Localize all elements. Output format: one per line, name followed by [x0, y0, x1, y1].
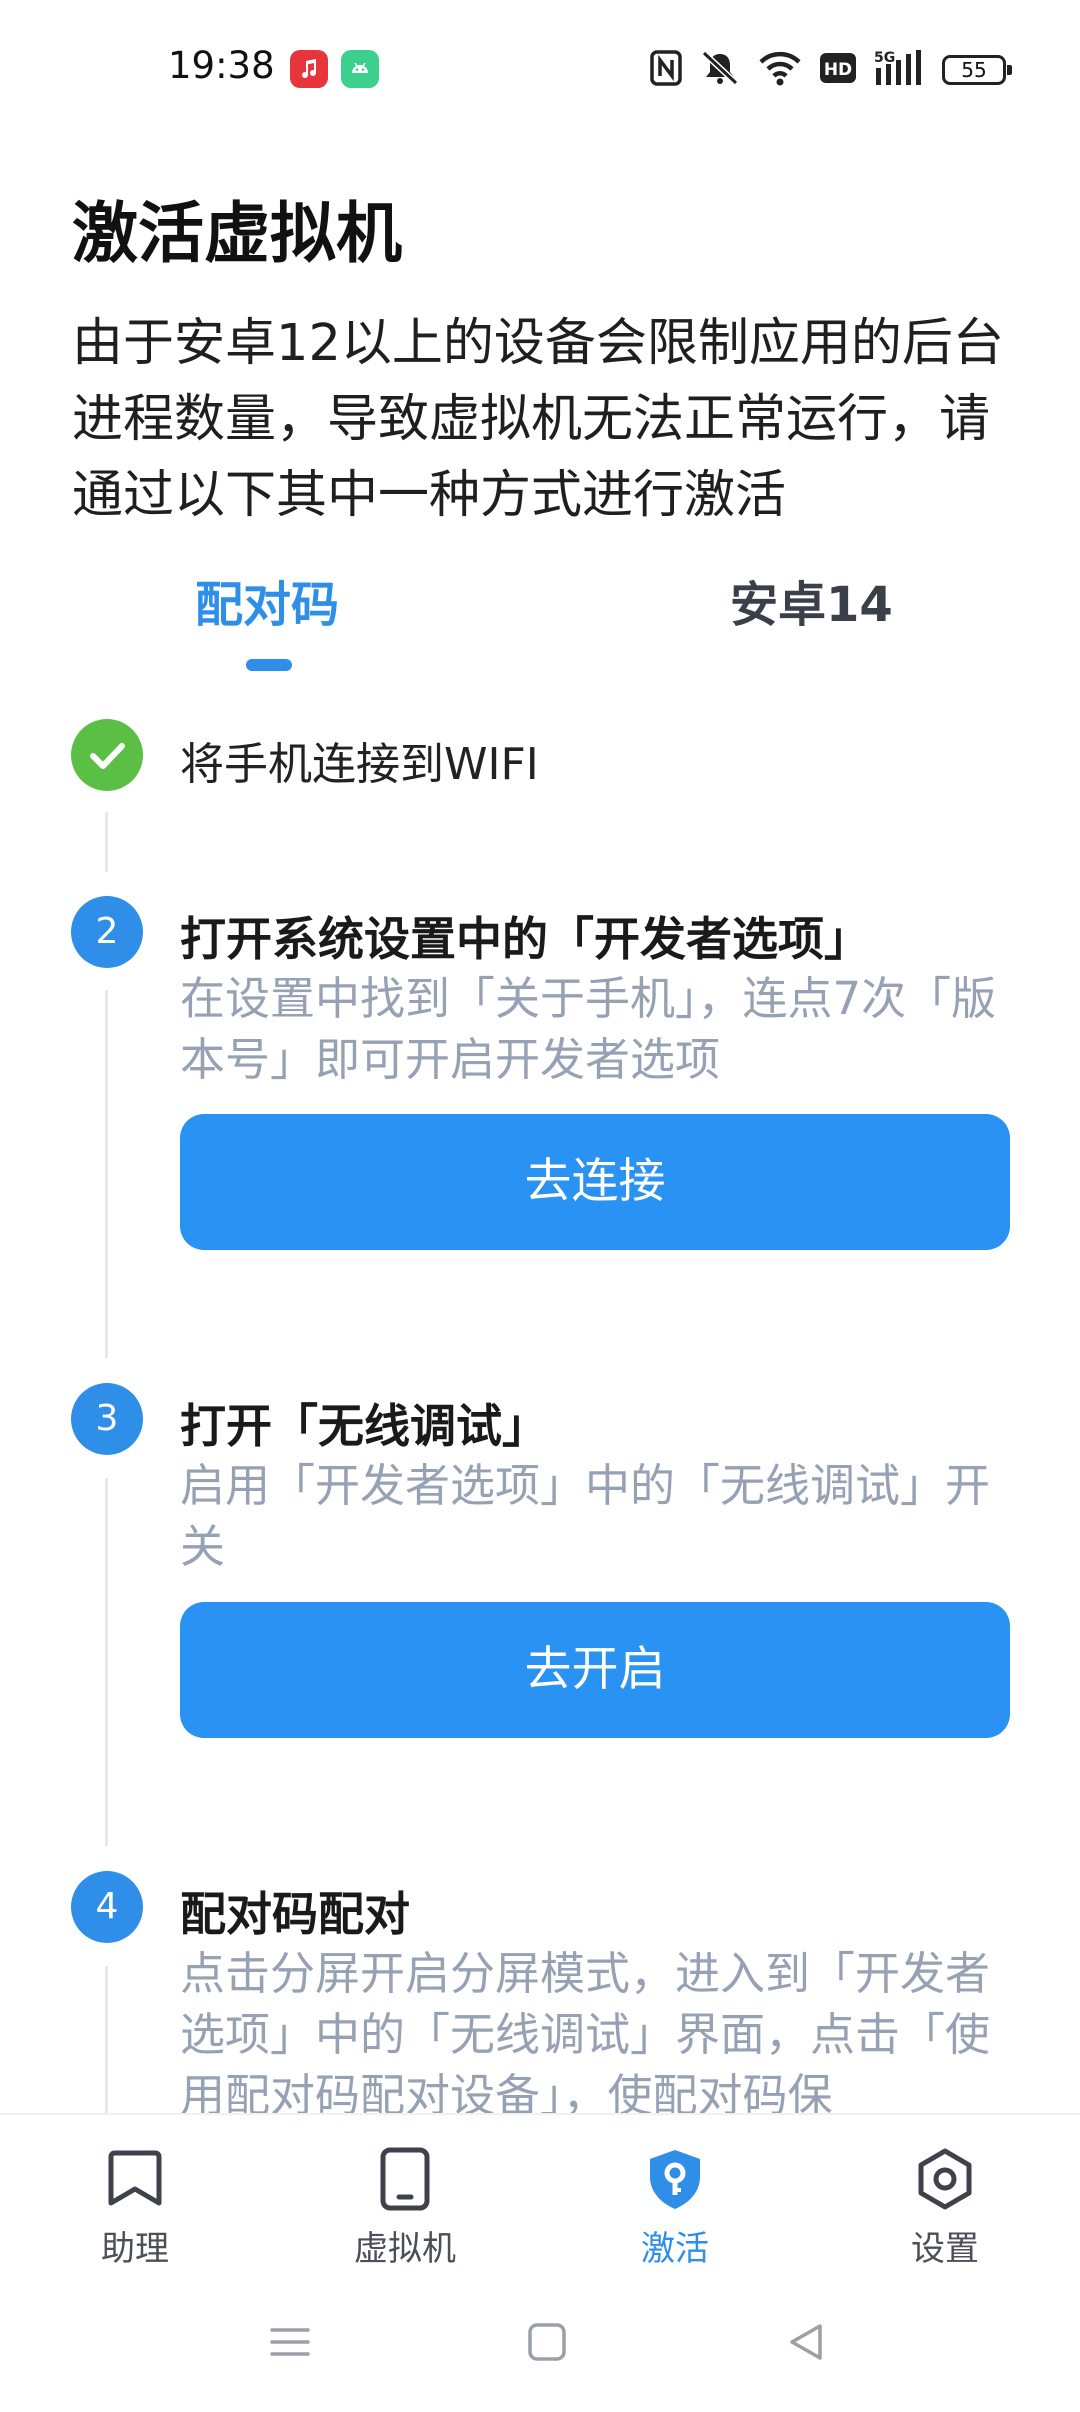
nfc-icon: [650, 50, 682, 90]
status-bar: 19:38 HD 5G 55: [0, 0, 1080, 140]
page-title: 激活虚拟机: [72, 195, 402, 272]
tab-android-14[interactable]: 安卓14: [730, 565, 893, 635]
battery-icon: 55: [942, 55, 1012, 85]
step-3-description: 启用「开发者选项」中的「无线调试」开关: [180, 1459, 991, 1573]
connect-button[interactable]: 去连接: [180, 1114, 1010, 1250]
android-app-icon: [341, 50, 379, 88]
back-icon[interactable]: [784, 2320, 828, 2368]
step-connector: [105, 1478, 108, 1846]
nav-assistant-label: 助理: [101, 2229, 169, 2269]
step-2-description: 在设置中找到「关于手机」，连点7次「版本号」即可开启开发者选项: [180, 972, 997, 1086]
mute-icon: [700, 50, 740, 90]
enable-button[interactable]: 去开启: [180, 1602, 1010, 1738]
step-done-icon: [71, 719, 143, 791]
tab-indicator: [246, 659, 292, 671]
nav-assistant[interactable]: 助理: [45, 2147, 225, 2270]
step-3-title: 打开「无线调试」: [180, 1399, 548, 1453]
step-2-number: 2: [71, 896, 143, 968]
status-time: 19:38: [168, 44, 275, 87]
step-2-title: 打开系统设置中的「开发者选项」: [180, 912, 870, 966]
gear-icon: [855, 2147, 1035, 2211]
nav-activate[interactable]: 激活: [585, 2147, 765, 2270]
shield-key-icon: [585, 2147, 765, 2211]
step-connector: [105, 990, 108, 1358]
nav-virtual-machine-label: 虚拟机: [354, 2229, 456, 2269]
bookmark-icon: [45, 2147, 225, 2211]
menu-icon[interactable]: [268, 2320, 312, 2368]
svg-text:HD: HD: [824, 60, 852, 80]
svg-text:5G: 5G: [874, 50, 895, 66]
nav-activate-label: 激活: [641, 2229, 709, 2269]
page-description: 由于安卓12以上的设备会限制应用的后台进程数量，导致虚拟机无法正常运行，请通过以…: [72, 314, 1004, 525]
step-4-title: 配对码配对: [180, 1887, 410, 1941]
battery-level: 55: [961, 58, 987, 82]
phone-icon: [315, 2147, 495, 2211]
signal-5g-icon: 5G: [874, 49, 924, 91]
nav-settings-label: 设置: [911, 2229, 979, 2269]
step-1-title: 将手机连接到WIFI: [180, 739, 539, 790]
nav-settings[interactable]: 设置: [855, 2147, 1035, 2270]
step-3-number: 3: [71, 1383, 143, 1455]
tab-pairing-code[interactable]: 配对码: [195, 565, 339, 635]
home-icon[interactable]: [525, 2320, 569, 2368]
wifi-icon: [758, 50, 802, 90]
step-4-description: 点击分屏开启分屏模式，进入到「开发者选项」中的「无线调试」界面，点击「使用配对码…: [180, 1947, 991, 2122]
step-connector: [105, 812, 108, 872]
music-app-icon: [290, 50, 328, 88]
step-connector: [105, 1966, 108, 2113]
step-4-number: 4: [71, 1871, 143, 1943]
nav-virtual-machine[interactable]: 虚拟机: [315, 2147, 495, 2270]
hd-icon: HD: [820, 53, 856, 87]
status-icons: HD 5G 55: [632, 48, 1012, 92]
